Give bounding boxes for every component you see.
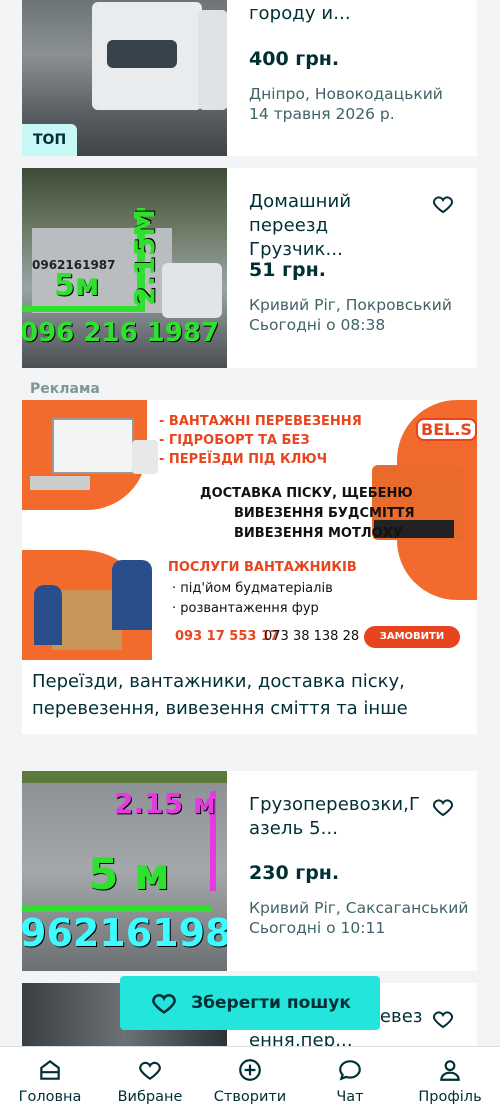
- save-search-label: Зберегти пошук: [191, 993, 351, 1013]
- listing-date: Сьогодні о 10:11: [249, 919, 386, 937]
- listing-photo[interactable]: 2.15 м 5 м 96216198: [22, 771, 227, 971]
- photo-text-phone: 096 216 1987: [22, 318, 220, 348]
- listing-location: Кривий Ріг, Покровський: [249, 296, 452, 314]
- listing-photo[interactable]: 0962161987 5м 2.15M 096 216 1987: [22, 168, 227, 368]
- banner-line: · під'йом будматеріалів: [172, 581, 333, 596]
- nav-label: Вибране: [117, 1089, 183, 1105]
- listing-title[interactable]: Перевезення по городу и...: [249, 0, 424, 26]
- photo-text-length: 5 м: [88, 849, 170, 900]
- nav-item-home[interactable]: Головна: [0, 1047, 100, 1114]
- ad-description: Переїзди, вантажники, доставка піску, пе…: [32, 671, 408, 719]
- nav-label: Головна: [18, 1089, 82, 1105]
- home-icon: [40, 1059, 60, 1080]
- listing-title[interactable]: Домашний переезд Грузчик...: [249, 190, 424, 262]
- banner-line: - ВАНТАЖНІ ПЕРЕВЕЗЕННЯ: [159, 414, 362, 429]
- save-search-button[interactable]: Зберегти пошук: [120, 976, 380, 1030]
- chat-icon: [339, 1060, 361, 1081]
- listing-location: Дніпро, Новокодацький: [249, 85, 443, 103]
- banner-line: · розвантаження фур: [172, 601, 319, 616]
- nav-label: Чат: [336, 1089, 364, 1105]
- heart-icon[interactable]: [431, 795, 455, 819]
- listing-card[interactable]: 2.15 м 5 м 96216198 Грузоперевозки,Газел…: [22, 771, 477, 971]
- listing-price: 230 грн.: [249, 862, 340, 884]
- brand-logo: BEL.S: [416, 418, 477, 441]
- listing-title[interactable]: Грузоперевозки,Газель 5...: [249, 793, 421, 841]
- nav-label: Створити: [213, 1089, 287, 1105]
- heart-icon: [139, 1061, 161, 1080]
- photo-text-phone: 96216198: [22, 911, 227, 955]
- ad-label: Реклама: [30, 381, 100, 397]
- banner-line: - ГІДРОБОРТ ТА БЕЗ: [159, 433, 310, 448]
- top-badge: ТОП: [22, 124, 78, 156]
- photo-text-height: 2.15M: [128, 209, 161, 306]
- nav-item-chat[interactable]: Чат: [300, 1047, 400, 1114]
- listing-info: Перевезення по городу и... 400 грн. Дніп…: [227, 0, 477, 156]
- listing-date: Сьогодні о 08:38: [249, 316, 386, 334]
- ad-banner[interactable]: BEL.S - ВАНТАЖНІ ПЕРЕВЕЗЕННЯ - ГІДРОБОРТ…: [22, 400, 477, 660]
- listing-info: Грузоперевозки,Газель 5... 230 грн. Крив…: [227, 771, 477, 971]
- listing-price: 51 грн.: [249, 259, 326, 281]
- banner-line: ВИВЕЗЕННЯ МОТЛОХУ: [234, 526, 403, 541]
- heart-icon[interactable]: [431, 192, 455, 216]
- nav-item-favorites[interactable]: Вибране: [100, 1047, 200, 1114]
- banner-line: ДОСТАВКА ПІСКУ, ЩЕБЕНЮ: [200, 486, 413, 501]
- banner-phone: 073 38 138 28: [264, 629, 360, 644]
- listing-card[interactable]: ТОП Перевезення по городу и... 400 грн. …: [22, 0, 477, 156]
- nav-item-profile[interactable]: Профіль: [400, 1047, 500, 1114]
- photo-text-height: 2.15 м: [114, 787, 216, 820]
- listing-price: 400 грн.: [249, 48, 340, 70]
- heart-icon[interactable]: [431, 1007, 455, 1031]
- listing-info: Домашний переезд Грузчик... 51 грн. Крив…: [227, 168, 477, 368]
- banner-cta[interactable]: ЗАМОВИТИ: [364, 626, 460, 648]
- bottom-nav: Головна Вибране Створити Чат Профіль: [0, 1046, 500, 1114]
- plus-circle-icon: [239, 1059, 261, 1081]
- nav-item-create[interactable]: Створити: [200, 1047, 300, 1114]
- nav-label: Профіль: [418, 1089, 482, 1105]
- listing-location: Кривий Ріг, Саксаганський: [249, 899, 469, 917]
- banner-line: ВИВЕЗЕННЯ БУДСМІТТЯ: [234, 506, 415, 521]
- listing-card[interactable]: 0962161987 5м 2.15M 096 216 1987 Домашни…: [22, 168, 477, 368]
- photo-text-length: 5м: [54, 268, 100, 303]
- ad-card[interactable]: BEL.S - ВАНТАЖНІ ПЕРЕВЕЗЕННЯ - ГІДРОБОРТ…: [22, 400, 477, 734]
- heart-icon: [152, 994, 176, 1014]
- banner-line: - ПЕРЕЇЗДИ ПІД КЛЮЧ: [159, 452, 328, 467]
- profile-icon: [440, 1060, 460, 1081]
- listing-photo[interactable]: ТОП: [22, 0, 227, 156]
- banner-line: ПОСЛУГИ ВАНТАЖНИКІВ: [168, 560, 357, 575]
- listing-date: 14 травня 2026 р.: [249, 105, 395, 123]
